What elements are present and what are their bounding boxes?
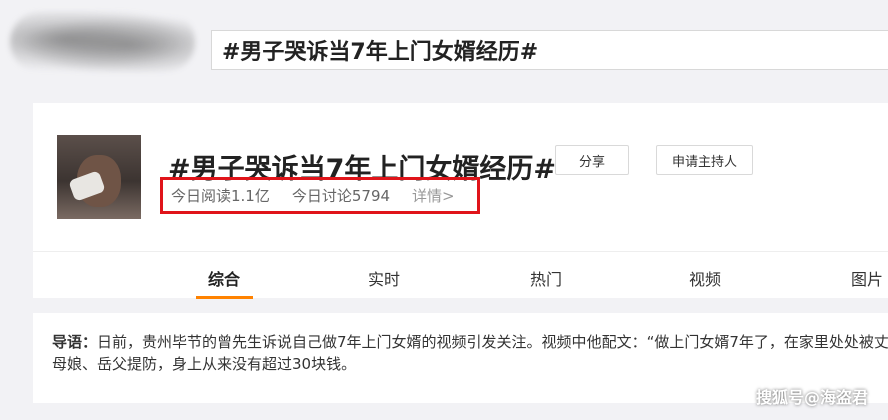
topic-stats-highlight: 今日阅读1.1亿 今日讨论5794 详情> [160, 177, 480, 214]
apply-host-button[interactable]: 申请主持人 [656, 145, 753, 175]
tab-hot[interactable]: 热门 [530, 266, 562, 290]
search-input[interactable]: #男子哭诉当7年上门女婿经历# [211, 30, 888, 70]
watermark: 搜狐号@海盗君 [755, 388, 868, 407]
intro-text: 日前，贵州毕节的曾先生诉说自己做7年上门女婿的视频引发关注。视频中他配文：“做上… [52, 333, 888, 373]
topic-card: #男子哭诉当7年上门女婿经历# 分享 申请主持人 今日阅读1.1亿 今日讨论57… [33, 103, 888, 299]
tab-comprehensive[interactable]: 综合 [208, 266, 240, 290]
blurred-logo [10, 12, 195, 72]
search-text: #男子哭诉当7年上门女婿经历# [222, 40, 539, 65]
active-tab-indicator [196, 296, 253, 299]
discussions-today: 今日讨论5794 [291, 187, 391, 205]
tab-images[interactable]: 图片 [851, 266, 883, 290]
intro-lead: 导语： [52, 333, 98, 351]
topic-avatar [57, 135, 141, 219]
share-button[interactable]: 分享 [555, 145, 629, 175]
tab-video[interactable]: 视频 [689, 266, 721, 290]
reads-today: 今日阅读1.1亿 [171, 187, 270, 205]
details-link[interactable]: 详情> [412, 185, 455, 206]
tab-bar: 综合 实时 热门 视频 图片 [33, 251, 888, 299]
tab-realtime[interactable]: 实时 [368, 266, 400, 290]
